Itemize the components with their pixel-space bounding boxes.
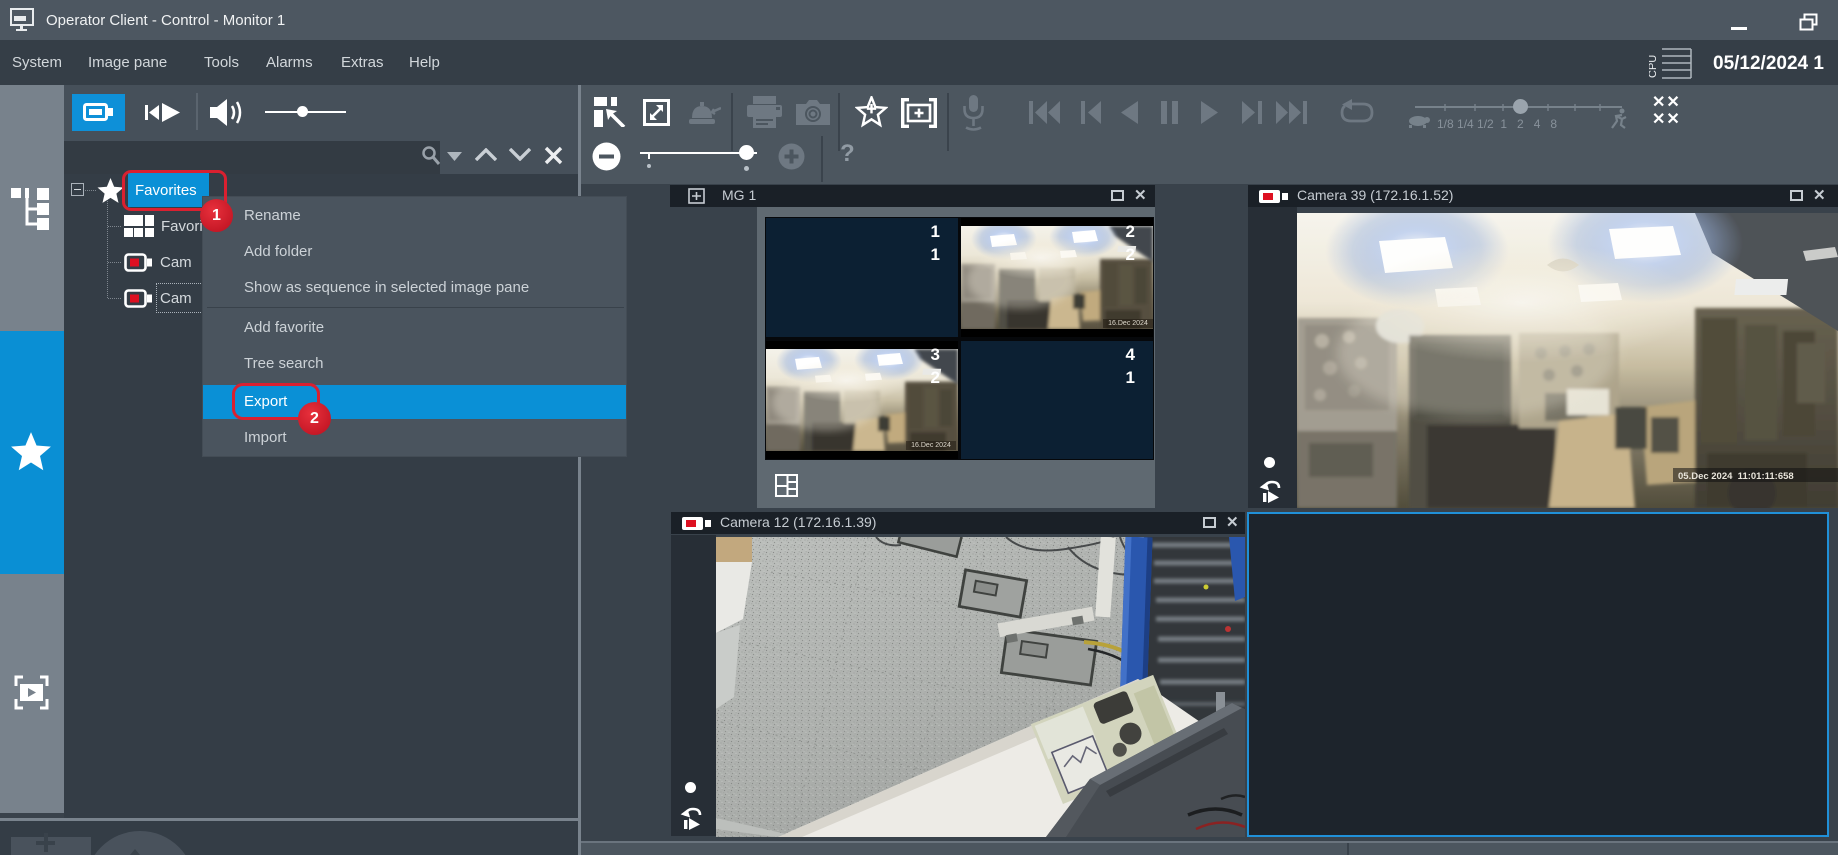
svg-text:CPU: CPU	[1649, 55, 1659, 78]
svg-text:05.Dec 2024 11:01:11:658: 05.Dec 2024 11:01:11:658	[1678, 471, 1794, 482]
